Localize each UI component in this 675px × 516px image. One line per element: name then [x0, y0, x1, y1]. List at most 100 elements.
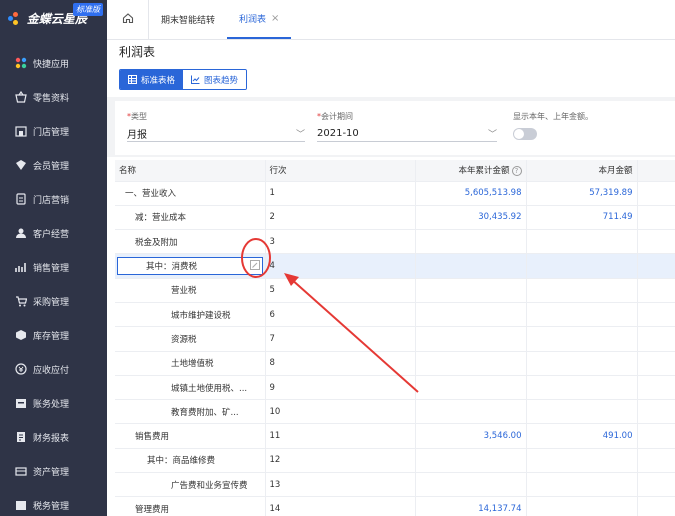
table-row[interactable]: 资源税 7	[115, 326, 675, 352]
customer-icon	[14, 227, 27, 240]
table-row[interactable]: 减：营业成本 2 30,435.92 711.49	[115, 205, 675, 231]
row-ytd[interactable]	[415, 448, 527, 474]
row-ytd[interactable]	[415, 278, 527, 303]
table-row[interactable]: 城市维护建设税 6	[115, 302, 675, 328]
row-line: 2	[265, 205, 416, 231]
row-month[interactable]	[526, 399, 638, 425]
row-ytd[interactable]	[415, 253, 527, 279]
marketing-icon	[14, 193, 27, 206]
column-header-month[interactable]: 本月金额	[526, 160, 638, 182]
sidebar-item-asset[interactable]: 资产管理	[0, 454, 107, 488]
standard-table-label: 标准表格	[141, 75, 176, 86]
row-month[interactable]	[526, 278, 638, 303]
table-row[interactable]: 广告费和业务宣传费 13	[115, 472, 675, 498]
row-month[interactable]: 491.00	[526, 423, 638, 449]
table-row[interactable]: 城镇土地使用税、... 9	[115, 375, 675, 401]
sidebar-item-sales[interactable]: 销售管理	[0, 250, 107, 284]
cart-icon	[14, 295, 27, 308]
sidebar-item-inventory[interactable]: 库存管理	[0, 318, 107, 352]
sidebar-item-store[interactable]: 门店管理	[0, 114, 107, 148]
sidebar-item-receivable[interactable]: 应收应付	[0, 352, 107, 386]
table-row[interactable]: 营业税 5	[115, 278, 675, 303]
period-select[interactable]: 2021-10 ﹀	[317, 125, 497, 142]
table-row[interactable]: 教育费附加、矿... 10	[115, 399, 675, 425]
asset-icon	[14, 465, 27, 478]
sidebar-item-retail-data[interactable]: 零售资料	[0, 80, 107, 114]
row-ytd[interactable]: 14,137.74	[415, 496, 527, 516]
table-row-selected[interactable]: 其中：消费税 4	[115, 253, 675, 279]
column-header-line[interactable]: 行次	[265, 160, 416, 182]
row-ytd[interactable]	[415, 351, 527, 376]
row-month[interactable]	[526, 229, 638, 255]
row-name: 广告费和业务宣传费	[115, 472, 266, 498]
sidebar-item-marketing[interactable]: 门店营销	[0, 182, 107, 216]
show-years-toggle[interactable]	[513, 128, 537, 140]
row-line: 12	[265, 448, 416, 474]
table-row[interactable]: 一、营业收入 1 5,605,513.98 57,319.89	[115, 181, 675, 206]
sidebar-item-label: 门店营销	[33, 195, 70, 206]
type-select[interactable]: 月报 ﹀	[127, 125, 305, 142]
standard-table-button[interactable]: 标准表格	[120, 70, 184, 89]
row-ytd[interactable]	[415, 375, 527, 401]
row-ytd[interactable]: 30,435.92	[415, 205, 527, 231]
row-month[interactable]	[526, 326, 638, 352]
member-icon	[14, 159, 27, 172]
tab-income-statement[interactable]: 利润表 ×	[227, 0, 292, 39]
sidebar-item-financial-report[interactable]: 财务报表	[0, 420, 107, 454]
selected-name-box[interactable]: 其中：消费税	[117, 257, 263, 276]
sidebar-item-label: 采购管理	[33, 297, 70, 308]
row-month[interactable]: 57,319.89	[526, 181, 638, 206]
table-row[interactable]: 土地增值税 8	[115, 351, 675, 376]
show-years-field: 显示本年、上年金额。	[513, 111, 663, 140]
row-month[interactable]: 711.49	[526, 205, 638, 231]
column-header-extra	[637, 160, 675, 182]
row-name: 土地增值税	[115, 351, 266, 376]
row-ytd[interactable]	[415, 229, 527, 255]
row-name-cell[interactable]: 其中：消费税	[115, 253, 266, 279]
sales-icon	[14, 261, 27, 274]
close-icon[interactable]: ×	[271, 13, 279, 24]
row-ytd[interactable]	[415, 472, 527, 498]
row-month[interactable]	[526, 472, 638, 498]
row-month[interactable]	[526, 302, 638, 328]
column-header-name[interactable]: 名称	[115, 160, 266, 182]
row-line: 3	[265, 229, 416, 255]
sidebar-item-label: 财务报表	[33, 433, 70, 444]
row-ytd[interactable]: 5,605,513.98	[415, 181, 527, 206]
row-month[interactable]	[526, 448, 638, 474]
row-ytd[interactable]: 3,546.00	[415, 423, 527, 449]
table-row[interactable]: 管理费用 14 14,137.74	[115, 496, 675, 516]
page-title: 利润表	[119, 45, 156, 59]
sidebar-item-customer[interactable]: 客户经营	[0, 216, 107, 250]
chart-trend-button[interactable]: 图表趋势	[183, 70, 247, 89]
box-icon	[14, 329, 27, 342]
row-ytd[interactable]	[415, 399, 527, 425]
row-month[interactable]	[526, 253, 638, 279]
period-field: *会计期间 2021-10 ﹀	[317, 111, 497, 142]
sidebar-item-tax[interactable]: 税务管理	[0, 488, 107, 516]
table-row[interactable]: 税金及附加 3	[115, 229, 675, 255]
brand[interactable]: 金蝶云星辰 标准版	[0, 0, 107, 40]
row-month[interactable]	[526, 375, 638, 401]
table-row[interactable]: 其中：商品维修费 12	[115, 448, 675, 474]
help-icon[interactable]: ?	[511, 166, 522, 177]
row-name: 销售费用	[115, 423, 266, 449]
row-month[interactable]	[526, 351, 638, 376]
row-month[interactable]	[526, 496, 638, 516]
table-row[interactable]: 销售费用 11 3,546.00 491.00	[115, 423, 675, 449]
money-icon	[14, 363, 27, 376]
home-tab[interactable]	[107, 0, 149, 39]
row-ytd[interactable]	[415, 326, 527, 352]
period-label: *会计期间	[317, 112, 353, 121]
tab-period-end-transfer[interactable]: 期末智能结转	[149, 0, 227, 39]
type-value: 月报	[127, 129, 147, 141]
store-icon	[14, 125, 27, 138]
sidebar-item-member[interactable]: 会员管理	[0, 148, 107, 182]
edit-icon[interactable]	[250, 259, 260, 273]
sidebar-item-accounting[interactable]: 账务处理	[0, 386, 107, 420]
row-line: 9	[265, 375, 416, 401]
row-ytd[interactable]	[415, 302, 527, 328]
sidebar-item-purchase[interactable]: 采购管理	[0, 284, 107, 318]
sidebar-item-apps[interactable]: 快捷应用	[0, 46, 107, 80]
column-header-ytd[interactable]: 本年累计金额?	[415, 160, 527, 182]
